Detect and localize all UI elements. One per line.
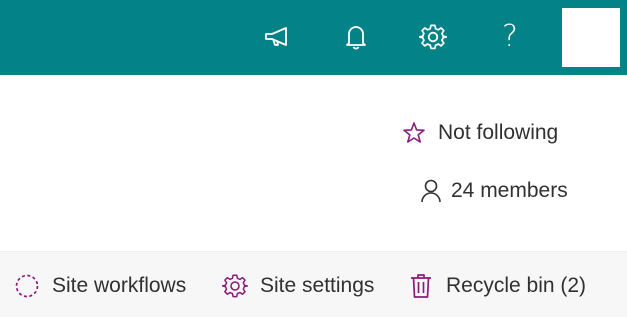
help-icon[interactable]: ? bbox=[490, 17, 530, 57]
star-outline-icon bbox=[402, 121, 426, 145]
recycle-bin-button[interactable]: Recycle bin (2) bbox=[408, 271, 586, 301]
gear-icon bbox=[222, 273, 248, 299]
recycle-bin-label: Recycle bin (2) bbox=[446, 274, 587, 297]
follow-label: Not following bbox=[438, 121, 559, 144]
trash-icon bbox=[408, 273, 434, 299]
site-settings-button[interactable]: Site settings bbox=[222, 271, 374, 301]
person-icon bbox=[421, 179, 441, 203]
site-workflows-button[interactable]: Site workflows bbox=[14, 271, 186, 301]
avatar[interactable] bbox=[562, 8, 620, 67]
command-bar: Site workflows Site settings Recycle bin… bbox=[0, 251, 627, 317]
follow-button[interactable]: Not following bbox=[402, 118, 558, 148]
gear-icon[interactable] bbox=[413, 17, 453, 57]
megaphone-icon[interactable] bbox=[257, 17, 297, 57]
site-workflows-label: Site workflows bbox=[52, 274, 187, 297]
members-label: 24 members bbox=[451, 179, 568, 202]
workflow-icon bbox=[14, 273, 40, 299]
members-info[interactable]: 24 members bbox=[421, 176, 568, 206]
site-settings-label: Site settings bbox=[260, 274, 375, 297]
bell-icon[interactable] bbox=[336, 17, 376, 57]
suite-header: ? bbox=[0, 0, 627, 75]
help-glyph: ? bbox=[502, 19, 518, 54]
